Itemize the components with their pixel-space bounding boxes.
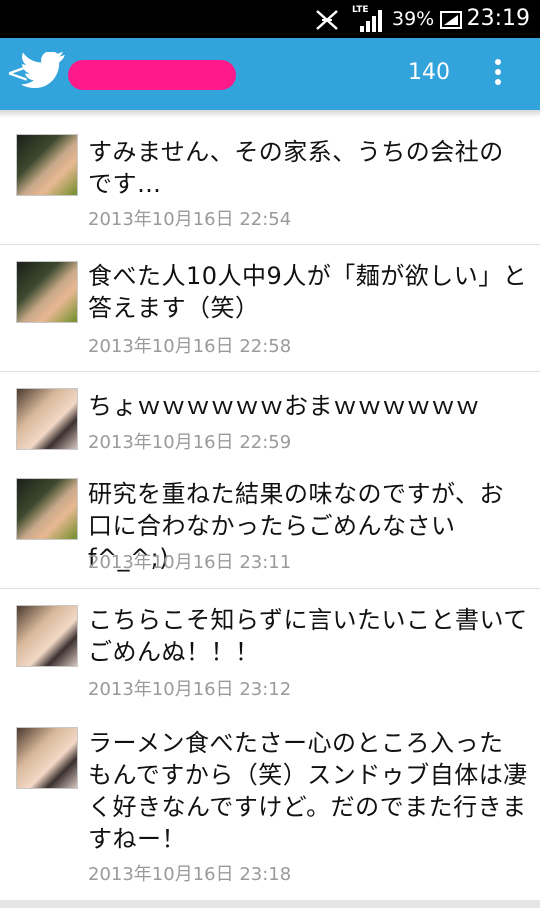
tweet-timestamp: 2013年10月16日 22:58 — [88, 336, 292, 357]
tweet-item[interactable]: ちょｗｗｗｗｗｗおまｗｗｗｗｗｗ 2013年10月16日 22:59 — [0, 372, 540, 464]
tweet-timestamp: 2013年10月16日 23:12 — [88, 679, 292, 700]
overflow-dot-icon — [495, 79, 501, 85]
tweet-item[interactable]: 研究を重ねた結果の味なのですが、お口に合わなかったらごめんなさいf^_^;) 2… — [0, 464, 540, 588]
app-bar: < 140 — [0, 38, 540, 110]
tweet-item[interactable]: こちらこそ知らずに言いたいこと書いてごめんぬ！！！ 2013年10月16日 23… — [0, 589, 540, 713]
avatar[interactable] — [16, 134, 78, 196]
tweet-timestamp: 2013年10月16日 23:18 — [88, 864, 292, 885]
tweet-text: ラーメン食べたさー心のところ入ったもんですから（笑）スンドゥブ自体は凄く好きなん… — [88, 729, 528, 853]
overflow-dot-icon — [495, 69, 501, 75]
status-bar: LTE 39% 23:19 — [0, 0, 540, 38]
tweet-text: こちらこそ知らずに言いたいこと書いてごめんぬ！！！ — [88, 606, 528, 666]
mute-icon — [316, 10, 338, 30]
tweet-text: ちょｗｗｗｗｗｗおまｗｗｗｗｗｗ — [88, 392, 480, 420]
tweet-item[interactable]: ラーメン食べたさー心のところ入ったもんですから（笑）スンドゥブ自体は凄く好きなん… — [0, 713, 540, 899]
avatar[interactable] — [16, 261, 78, 323]
status-clock: 23:19 — [466, 6, 530, 31]
overflow-dot-icon — [495, 59, 501, 65]
avatar[interactable] — [16, 605, 78, 667]
twitter-bird-icon[interactable] — [22, 52, 66, 90]
tweet-text: すみません、その家系、うちの会社のです… — [88, 138, 504, 198]
character-count: 140 — [408, 60, 450, 85]
battery-percent: 39% — [392, 8, 435, 30]
tweet-timestamp: 2013年10月16日 23:11 — [88, 552, 292, 573]
signal-icon — [360, 10, 382, 32]
tweet-text: 食べた人10人中9人が「麺が欲しい」と答えます（笑） — [88, 262, 528, 322]
avatar[interactable] — [16, 388, 78, 450]
overflow-menu-button[interactable] — [486, 56, 510, 92]
appbar-shadow — [0, 110, 540, 118]
tweet-item[interactable]: 食べた人10人中9人が「麺が欲しい」と答えます（笑） 2013年10月16日 2… — [0, 245, 540, 371]
tweet-timestamp: 2013年10月16日 22:54 — [88, 209, 292, 230]
battery-icon — [440, 11, 462, 29]
avatar[interactable] — [16, 478, 78, 540]
redacted-username — [68, 60, 236, 90]
avatar[interactable] — [16, 727, 78, 789]
tweet-timestamp: 2013年10月16日 22:59 — [88, 432, 292, 453]
tweet-item[interactable]: すみません、その家系、うちの会社のです… 2013年10月16日 22:54 — [0, 122, 540, 244]
bottom-edge — [0, 900, 540, 908]
